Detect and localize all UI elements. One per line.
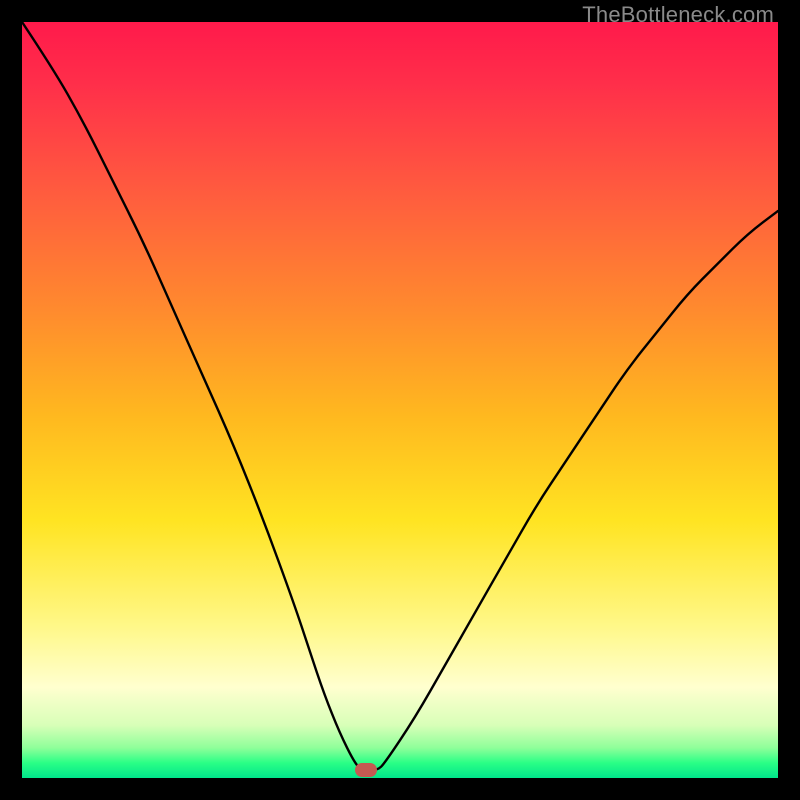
chart-frame: TheBottleneck.com	[0, 0, 800, 800]
watermark-text: TheBottleneck.com	[582, 2, 774, 28]
bottleneck-curve	[22, 22, 778, 778]
plot-area	[22, 22, 778, 778]
optimal-point-indicator	[355, 763, 377, 777]
